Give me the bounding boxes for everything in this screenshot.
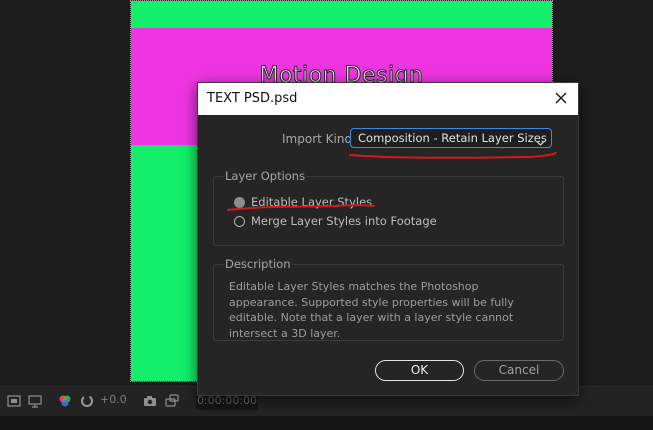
cancel-button[interactable]: Cancel xyxy=(474,360,564,381)
description-text: Editable Layer Styles matches the Photos… xyxy=(229,280,514,340)
layer-options-title: Layer Options xyxy=(224,169,307,183)
radio-merge-layer-styles[interactable]: Merge Layer Styles into Footage xyxy=(234,214,437,228)
monitor-icon[interactable] xyxy=(28,394,42,408)
radio-button[interactable] xyxy=(234,215,245,227)
radio-editable-layer-styles[interactable]: Editable Layer Styles xyxy=(234,195,372,209)
snapshot-icon[interactable] xyxy=(165,394,179,408)
radio-label-editable: Editable Layer Styles xyxy=(251,195,373,209)
layer-options-group: Layer Options Editable Layer Styles Merg… xyxy=(213,169,564,246)
grid-icon[interactable] xyxy=(7,394,21,408)
timeline-strip xyxy=(0,416,653,430)
green-band-top xyxy=(131,1,552,28)
close-button[interactable] xyxy=(552,89,570,107)
description-group: Description Editable Layer Styles matche… xyxy=(213,257,564,341)
left-panel-background xyxy=(0,0,130,386)
radio-button-checked[interactable] xyxy=(234,196,245,208)
import-kind-select[interactable]: Composition - Retain Layer Sizes xyxy=(350,128,552,148)
color-wheel-icon[interactable] xyxy=(58,394,72,408)
dialog-titlebar[interactable]: TEXT PSD.psd xyxy=(198,83,578,115)
dialog-title: TEXT PSD.psd xyxy=(207,91,298,106)
close-icon xyxy=(552,89,570,107)
chevron-down-icon xyxy=(536,134,545,146)
refresh-icon[interactable] xyxy=(80,394,94,408)
radio-label-merge: Merge Layer Styles into Footage xyxy=(251,214,437,228)
import-kind-value: Composition - Retain Layer Sizes xyxy=(358,131,547,145)
description-title: Description xyxy=(224,257,292,271)
import-kind-label: Import Kind: xyxy=(282,132,357,146)
camera-icon[interactable] xyxy=(143,394,157,408)
import-dialog: TEXT PSD.psd Import Kind: Composition - … xyxy=(197,82,579,396)
exposure-value[interactable]: +0.0 xyxy=(100,393,127,406)
ok-button[interactable]: OK xyxy=(375,360,464,381)
